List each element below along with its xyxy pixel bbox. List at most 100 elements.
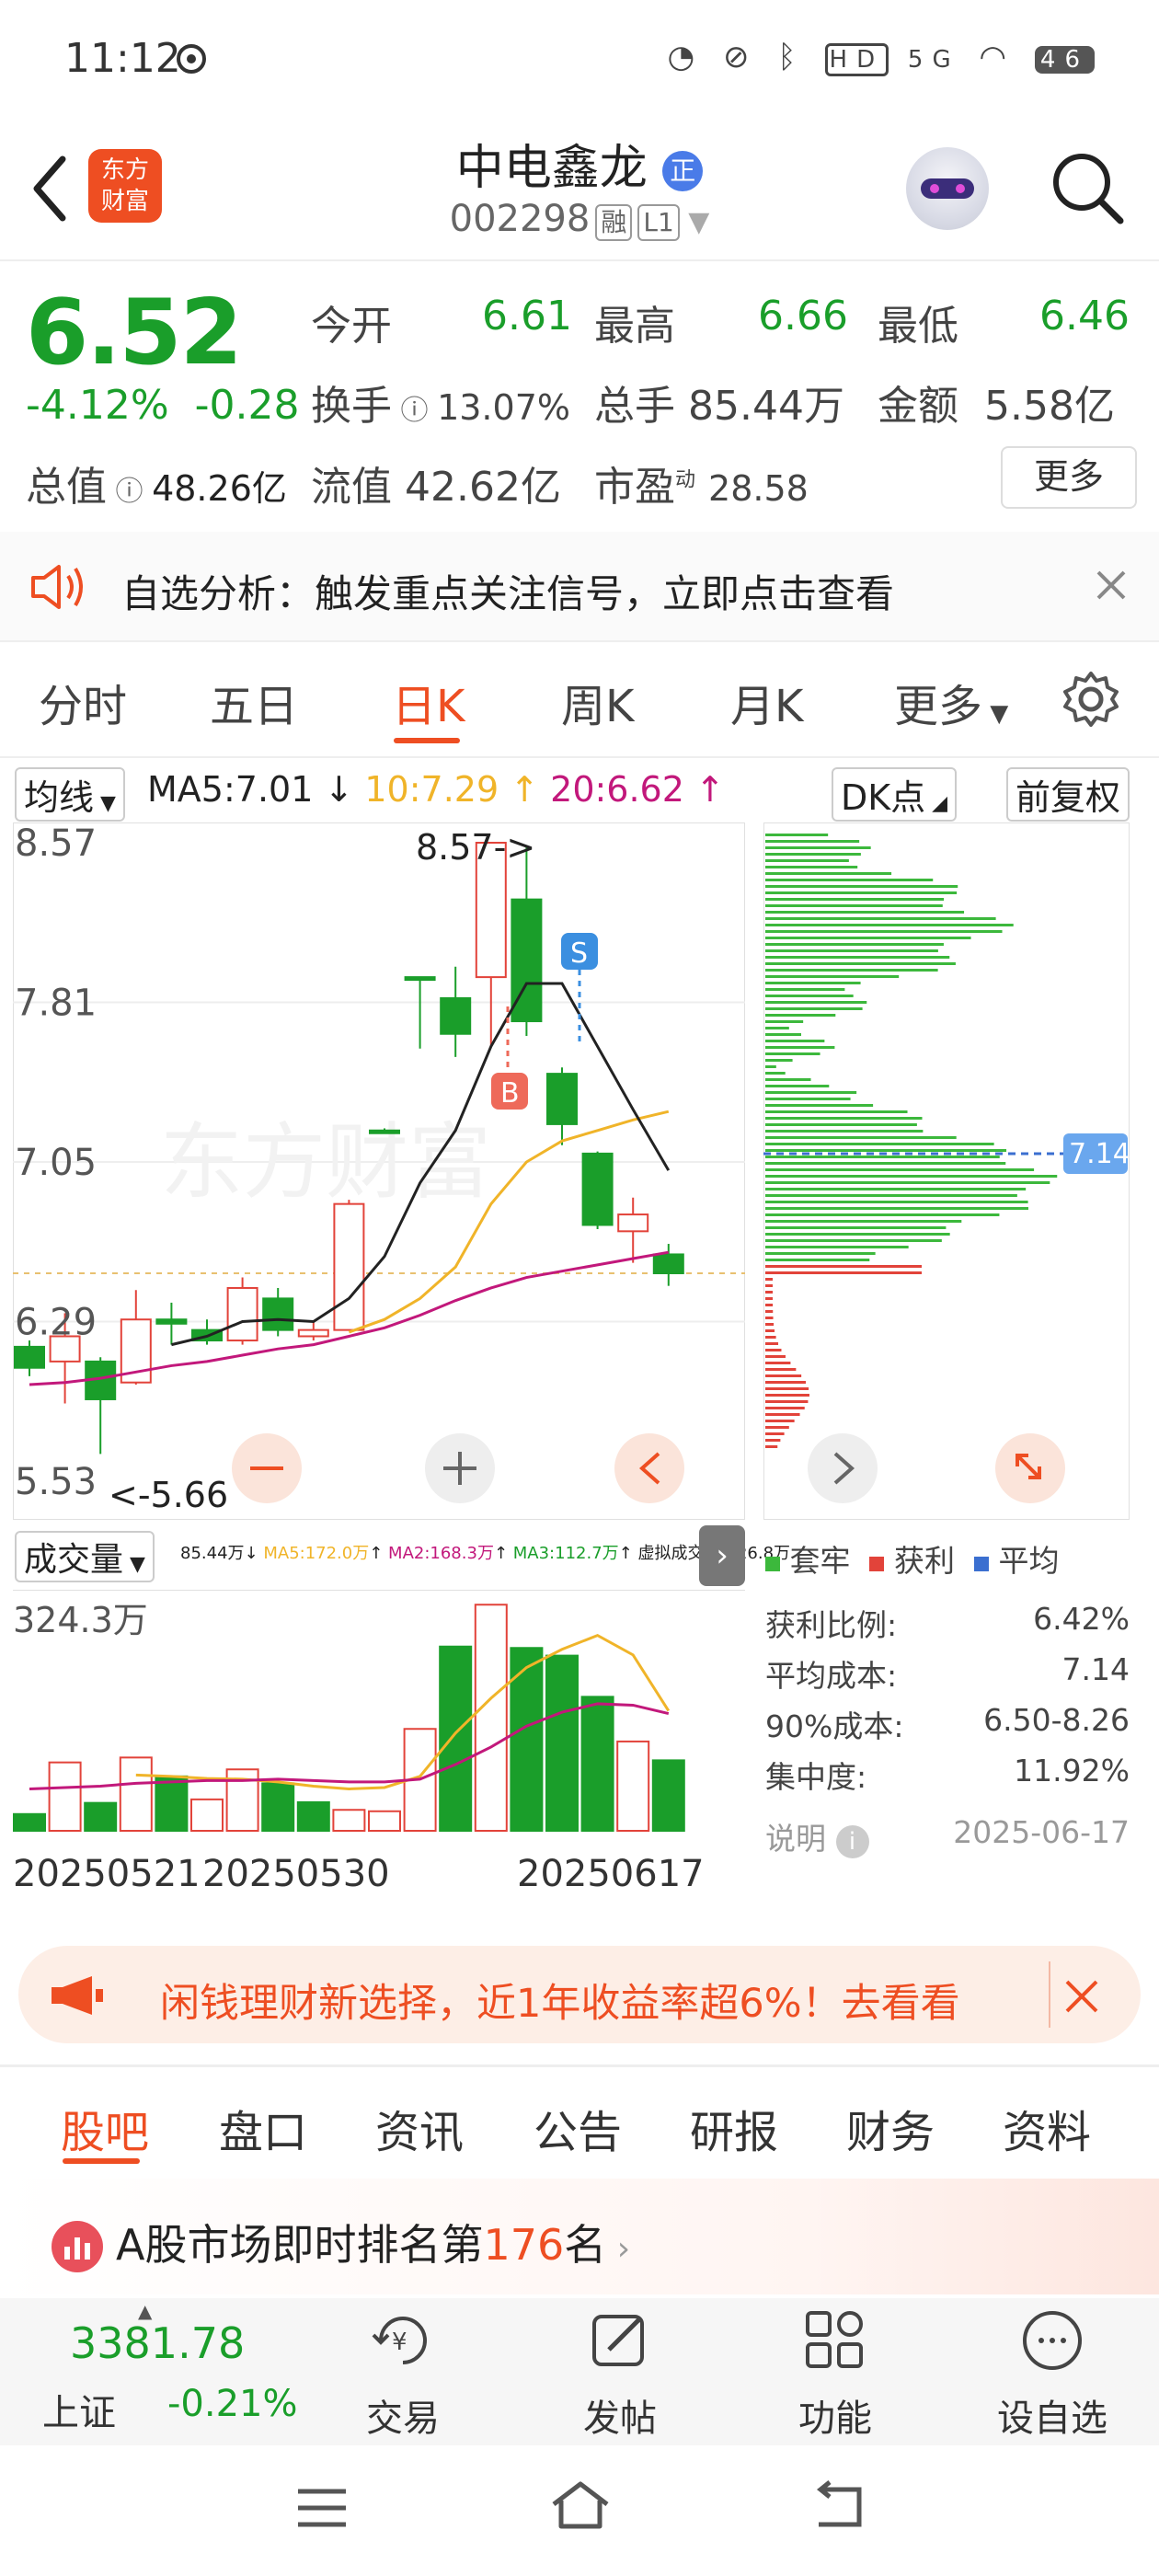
chip-bar — [765, 840, 860, 843]
add-watchlist-icon[interactable] — [1019, 2307, 1085, 2374]
adjust-select[interactable]: 前复权 — [1006, 767, 1130, 822]
price-label: 6.29 — [15, 1302, 97, 1344]
clock: 11:12 — [64, 35, 181, 82]
tab-profile[interactable]: 资料 — [1003, 2096, 1091, 2160]
tab-daily-k[interactable]: 日K — [392, 670, 465, 734]
ma-select[interactable]: 均线 ▼ — [15, 767, 125, 822]
chip-bar — [765, 1233, 950, 1236]
tab-weekly-k[interactable]: 周K — [561, 670, 634, 734]
chip-bar — [765, 911, 965, 914]
chip-bar — [765, 1297, 774, 1300]
volume-bar — [474, 1604, 508, 1832]
chip-bar — [765, 1239, 942, 1242]
market-cap: 总值 ⓘ 48.26亿 — [26, 464, 287, 511]
tab-announcements[interactable]: 公告 — [534, 2096, 622, 2160]
tab-5day[interactable]: 五日 — [210, 670, 298, 734]
chip-bar — [765, 1207, 1028, 1210]
back-nav-icon[interactable] — [809, 2480, 868, 2532]
expand-side-button[interactable]: › — [699, 1525, 745, 1586]
tab-order-book[interactable]: 盘口 — [219, 2096, 307, 2160]
trade-icon[interactable]: ¥ — [370, 2307, 436, 2374]
chip-bar — [765, 1362, 791, 1364]
functions-icon[interactable] — [802, 2307, 868, 2374]
menu-icon[interactable] — [294, 2486, 350, 2530]
chip-bar — [765, 930, 1003, 933]
chip-bar — [765, 1072, 786, 1075]
promo-text[interactable]: 闲钱理财新选择，近1年收益率超6%！去看看 — [160, 1972, 960, 2029]
tab-more[interactable]: 更多 ▼ — [894, 670, 1008, 734]
date-label-2: 20250530 — [202, 1853, 390, 1895]
volume-max-label: 324.3万 — [13, 1600, 148, 1640]
nav-add-watchlist[interactable]: 设自选 — [979, 2388, 1126, 2442]
level-tag: L1 — [637, 204, 680, 241]
rank-text[interactable]: A股市场即时排名第176名 › — [116, 2212, 630, 2272]
chip-bar — [765, 982, 861, 984]
tab-intraday[interactable]: 分时 — [39, 670, 127, 734]
home-icon[interactable] — [548, 2478, 613, 2534]
tab-news[interactable]: 资讯 — [375, 2096, 464, 2160]
nav-functions[interactable]: 功能 — [780, 2388, 890, 2442]
close-icon[interactable] — [1095, 569, 1128, 602]
volume-bar — [616, 1740, 650, 1833]
chip-bar — [765, 1304, 774, 1306]
chip-distribution-chart[interactable]: 7.14 — [763, 822, 1130, 1520]
chip-bar — [765, 846, 871, 849]
tab-forum[interactable]: 股吧 — [61, 2096, 149, 2160]
nav-post[interactable]: 发帖 — [565, 2388, 675, 2442]
open-label: 今开 — [311, 303, 392, 350]
megaphone-icon — [52, 1976, 103, 2015]
tab-monthly-k[interactable]: 月K — [730, 670, 803, 734]
open-value: 6.61 — [482, 293, 572, 339]
watermark: 东方财富 — [160, 1114, 491, 1211]
amount: 金额 5.58亿 — [878, 383, 1115, 430]
chip-next-button[interactable] — [808, 1433, 878, 1503]
chip-bar — [765, 1381, 806, 1384]
candle-body — [546, 1073, 578, 1125]
volume-bar — [13, 1812, 46, 1832]
tab-research[interactable]: 研报 — [690, 2096, 778, 2160]
index-name[interactable]: 上证 — [42, 2383, 116, 2436]
chip-bar — [765, 924, 1014, 926]
more-quote-button[interactable]: 更多 — [1001, 446, 1137, 509]
index-value[interactable]: 3381.78 — [70, 2318, 245, 2368]
chip-bar — [765, 1162, 1006, 1165]
scroll-left-button[interactable] — [614, 1433, 684, 1503]
nav-trade[interactable]: 交易 — [350, 2388, 456, 2442]
chip-bar — [765, 1098, 851, 1100]
chip-bar — [765, 1220, 962, 1223]
volume-bar — [261, 1782, 295, 1833]
close-banner-icon[interactable] — [1063, 1978, 1100, 2015]
high-label: 最高 — [594, 303, 675, 350]
price-label: 5.53 — [15, 1461, 97, 1503]
svg-text:¥: ¥ — [392, 2329, 407, 2356]
index-change[interactable]: -0.21% — [167, 2383, 298, 2425]
turnover: 换手 ⓘ 13.07% — [311, 383, 570, 430]
chip-note-link[interactable]: 说明 i — [765, 1814, 869, 1858]
assistant-avatar[interactable] — [906, 147, 989, 230]
volume-chart[interactable]: 324.3万 20250521 20250530 20250617 — [13, 1590, 745, 1923]
chip-bar — [765, 859, 849, 862]
svg-text:7.14: 7.14 — [1069, 1138, 1130, 1170]
chip-bar — [765, 937, 971, 939]
chip-bar — [765, 1420, 795, 1422]
dk-point-select[interactable]: DK点 ◢ — [832, 767, 958, 822]
chip-bar — [765, 1091, 857, 1094]
volume-select[interactable]: 成交量 ▼ — [15, 1531, 155, 1582]
status-bar: 11:12 ◔ ⊘ ᛒ HD 5G ◠ 46 — [0, 0, 1159, 120]
min-price-note: <-5.66 — [109, 1475, 228, 1515]
candle-body — [226, 1286, 258, 1342]
post-icon[interactable] — [587, 2307, 653, 2374]
chip-bar — [765, 1052, 820, 1055]
tab-financials[interactable]: 财务 — [846, 2096, 935, 2160]
settings-icon[interactable] — [1061, 670, 1120, 729]
search-icon[interactable] — [1049, 149, 1126, 226]
notice-text[interactable]: 自选分析：触发重点关注信号，立即点击查看 — [121, 563, 894, 619]
volume-bar — [296, 1800, 330, 1833]
candlestick-chart[interactable]: 东方财富 8.577.817.056.295.53 8.57-> <-5.66 … — [13, 822, 745, 1520]
candle-body — [440, 996, 472, 1035]
chip-bar — [765, 949, 938, 952]
chip-bar — [765, 1355, 786, 1358]
volume-bar — [119, 1756, 153, 1833]
volume-bar — [439, 1645, 473, 1832]
ma-legend: MA5:7.01 ↓ 10:7.29 ↑ 20:6.62 ↑ — [147, 769, 725, 810]
